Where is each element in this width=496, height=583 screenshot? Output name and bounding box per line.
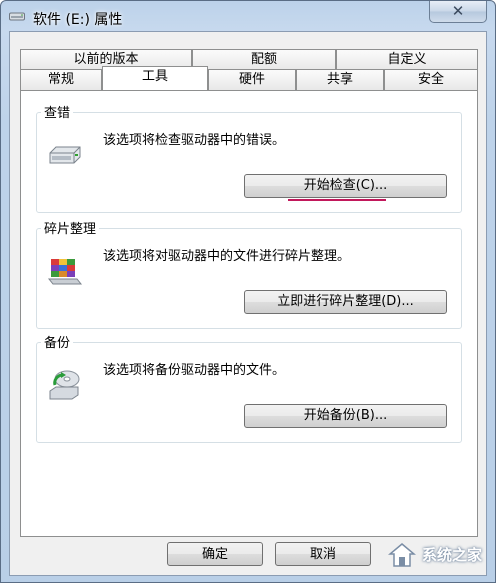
tab-quota[interactable]: 配额 [192,49,336,70]
start-check-button[interactable]: 开始检查(C)... [244,174,447,198]
ok-button[interactable]: 确定 [167,542,263,566]
defragment-group: 碎片整理 该选项将对驱动器中的文件进行碎片整理。 立即进行碎片整理(D)... [36,218,462,329]
start-backup-button[interactable]: 开始备份(B)... [244,404,447,428]
group-description: 该选项将检查驱动器中的错误。 [103,133,286,148]
watermark-text: 系统之家 [422,546,483,564]
defrag-icon [47,259,83,285]
backup-icon [49,370,80,400]
close-button[interactable]: ✕ [429,1,487,23]
tab-general[interactable]: 常规 [20,69,102,90]
drive-icon [9,12,25,21]
group-label: 碎片整理 [41,218,100,237]
window-title: 软件 (E:) 属性 [33,12,123,28]
backup-group: 备份 该选项将备份驱动器中的文件。 开始备份(B)... [36,332,462,443]
cancel-button[interactable]: 取消 [275,542,371,566]
tools-tab-panel: 查错 该选项将检查驱动器中的错误。 开始检查(C)... 碎片整理 该选项将对驱… [20,90,478,537]
drive-icon [49,146,81,164]
group-description: 该选项将对驱动器中的文件进行碎片整理。 [103,249,351,264]
watermark: 系统之家 [382,536,486,574]
defragment-now-button[interactable]: 立即进行碎片整理(D)... [244,290,447,314]
tab-customize[interactable]: 自定义 [336,49,478,70]
tab-sharing[interactable]: 共享 [296,69,384,90]
dialog-client-area: 以前的版本 配额 自定义 常规 工具 硬件 共享 安全 查错 该选项将检查驱动器… [9,31,487,576]
highlight-underline [288,199,386,201]
group-label: 备份 [41,332,74,351]
tab-hardware[interactable]: 硬件 [208,69,296,90]
title-bar[interactable]: 软件 (E:) 属性 ✕ [1,1,495,35]
group-description: 该选项将备份驱动器中的文件。 [103,363,286,378]
error-checking-group: 查错 该选项将检查驱动器中的错误。 开始检查(C)... [36,102,462,213]
group-label: 查错 [41,102,74,121]
close-icon: ✕ [451,2,465,20]
tab-tools[interactable]: 工具 [102,66,208,90]
tab-security[interactable]: 安全 [384,69,478,90]
watermark-logo-icon [388,543,416,567]
properties-window: 软件 (E:) 属性 ✕ 以前的版本 配额 自定义 常规 工具 硬件 共享 安全… [0,0,496,583]
